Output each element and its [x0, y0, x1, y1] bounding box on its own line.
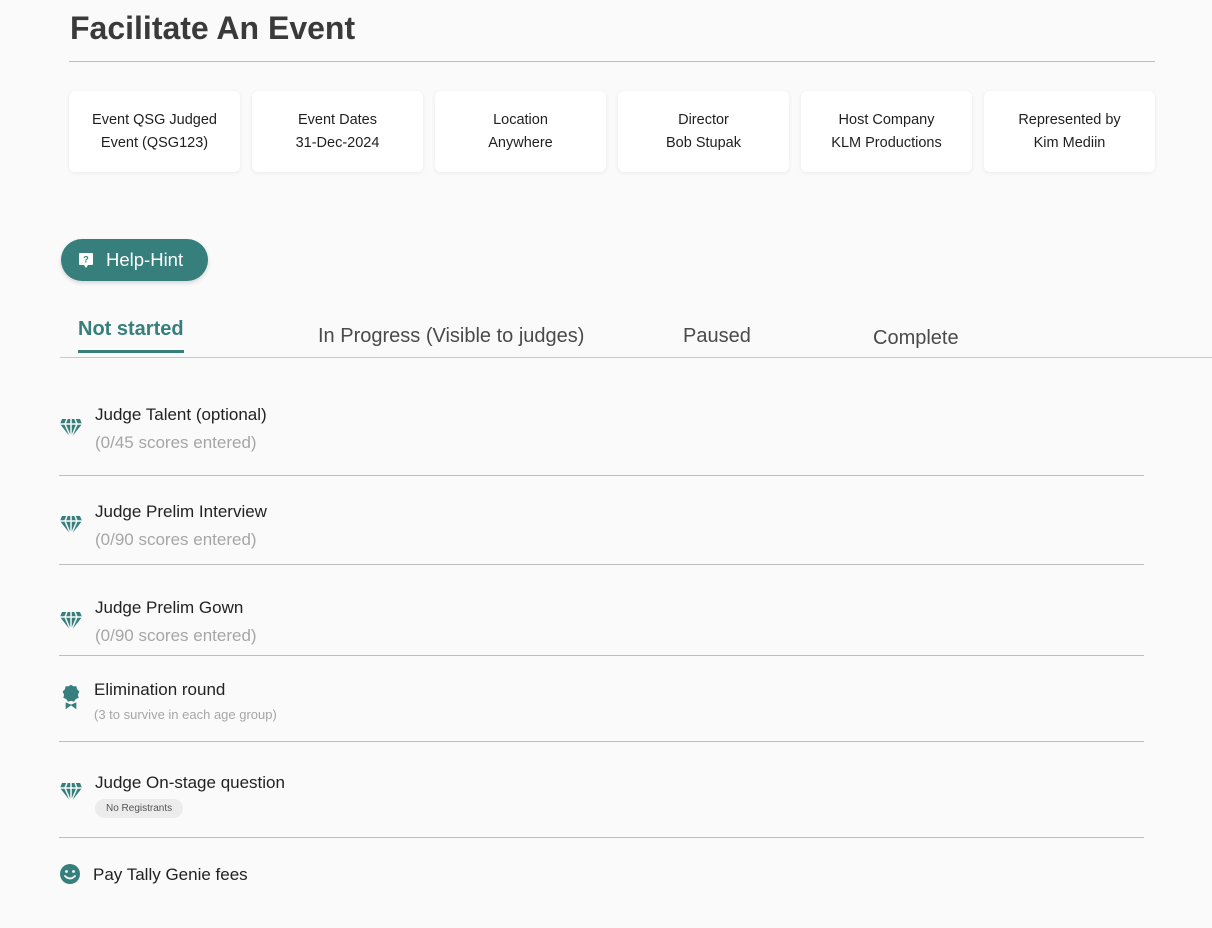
tab-not-started[interactable]: Not started	[78, 318, 184, 353]
step-divider	[59, 475, 1144, 476]
step-title: Judge Talent (optional)	[95, 405, 267, 424]
award-ribbon-icon	[62, 684, 80, 710]
help-hint-button[interactable]: ? Help-Hint	[61, 239, 208, 281]
director-card: Director Bob Stupak	[618, 91, 789, 172]
step-judge-prelim-gown[interactable]: Judge Prelim Gown (0/90 scores entered)	[59, 593, 1144, 653]
help-icon: ?	[79, 252, 93, 268]
card-label: Event QSG Judged	[92, 111, 217, 128]
step-divider	[59, 741, 1144, 742]
card-value: Bob Stupak	[666, 134, 741, 151]
svg-text:?: ?	[83, 254, 89, 264]
card-value: KLM Productions	[831, 134, 942, 151]
event-info-cards: Event QSG Judged Event (QSG123) Event Da…	[69, 91, 1155, 172]
page-title: Facilitate An Event	[70, 10, 356, 46]
event-dates-card: Event Dates 31-Dec-2024	[252, 91, 423, 172]
represented-by-card: Represented by Kim Mediin	[984, 91, 1155, 172]
tab-paused[interactable]: Paused	[683, 325, 751, 348]
tab-complete[interactable]: Complete	[873, 327, 959, 350]
card-value: Anywhere	[488, 134, 553, 151]
host-company-card: Host Company KLM Productions	[801, 91, 972, 172]
step-judge-onstage-question[interactable]: Judge On-stage question No Registrants	[59, 767, 1144, 827]
card-label: Event Dates	[298, 111, 377, 128]
location-card: Location Anywhere	[435, 91, 606, 172]
help-hint-label: Help-Hint	[106, 249, 184, 270]
step-progress: (0/45 scores entered)	[95, 433, 257, 452]
card-value: Event (QSG123)	[100, 134, 209, 151]
no-registrants-badge: No Registrants	[95, 799, 184, 818]
step-note: (3 to survive in each age group)	[94, 707, 277, 722]
step-title: Judge Prelim Gown	[95, 598, 244, 617]
card-value: 31-Dec-2024	[295, 134, 380, 151]
title-divider	[69, 61, 1155, 62]
judging-icon	[60, 782, 82, 804]
step-divider	[59, 655, 1144, 656]
event-name-card: Event QSG Judged Event (QSG123)	[69, 91, 240, 172]
step-progress: (0/90 scores entered)	[95, 530, 257, 549]
step-divider	[59, 837, 1144, 838]
step-judge-prelim-interview[interactable]: Judge Prelim Interview (0/90 scores ente…	[59, 496, 1144, 556]
card-label: Represented by	[1018, 111, 1121, 128]
step-title: Elimination round	[94, 680, 226, 699]
step-pay-fees[interactable]: Pay Tally Genie fees	[59, 860, 1144, 890]
judging-icon	[60, 515, 82, 537]
step-title: Judge Prelim Interview	[95, 502, 267, 521]
card-value: Kim Mediin	[1033, 134, 1106, 151]
step-title: Pay Tally Genie fees	[93, 865, 248, 884]
step-elimination-round[interactable]: Elimination round (3 to survive in each …	[59, 676, 1144, 726]
smiley-icon	[60, 864, 80, 884]
judging-icon	[60, 418, 82, 440]
step-judge-talent[interactable]: Judge Talent (optional) (0/45 scores ent…	[59, 400, 1144, 460]
tab-in-progress[interactable]: In Progress (Visible to judges)	[318, 325, 584, 348]
card-label: Location	[493, 111, 548, 128]
judging-icon	[60, 611, 82, 633]
step-divider	[59, 564, 1144, 565]
status-tabs: Not started In Progress (Visible to judg…	[60, 318, 1212, 358]
card-label: Director	[678, 111, 729, 128]
step-progress: (0/90 scores entered)	[95, 626, 257, 645]
card-label: Host Company	[838, 111, 935, 128]
step-title: Judge On-stage question	[95, 773, 285, 792]
